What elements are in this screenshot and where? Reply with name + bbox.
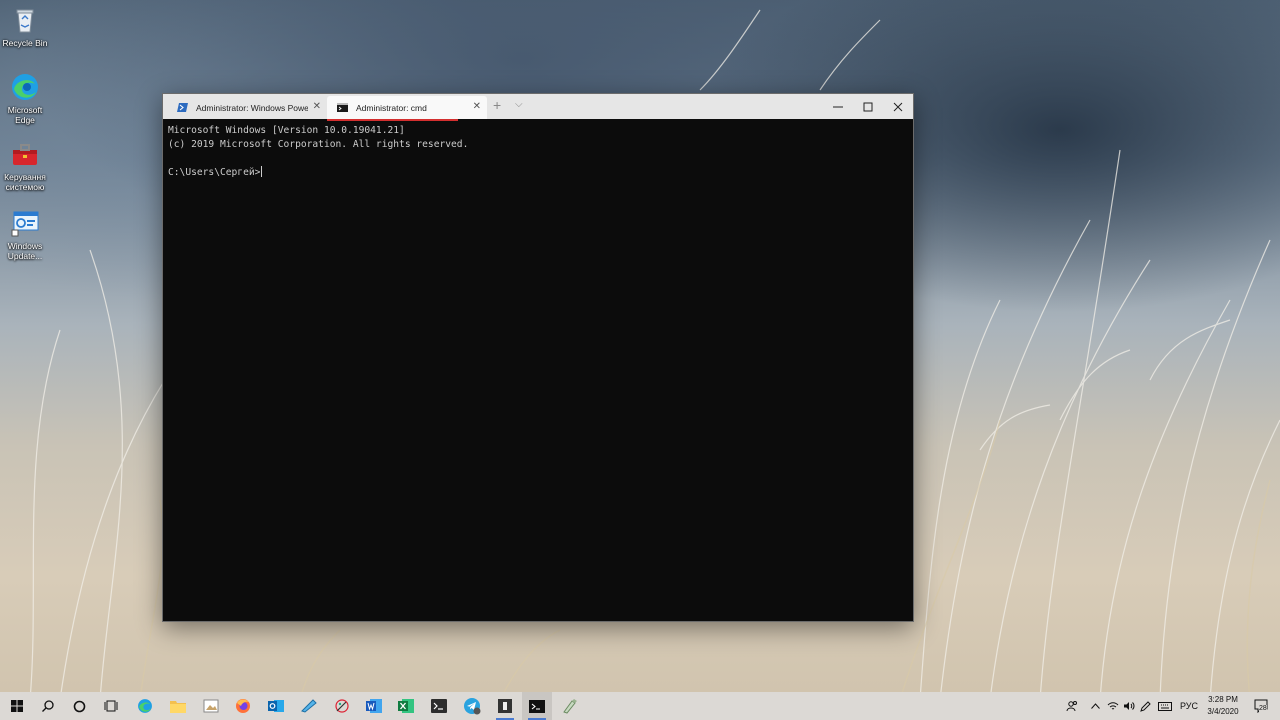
terminal-app-icon [431, 699, 447, 713]
excel-icon [398, 699, 414, 713]
word-icon [366, 699, 382, 713]
text-cursor [261, 166, 263, 177]
cmd-icon [337, 103, 348, 112]
pen-icon[interactable] [1138, 692, 1152, 720]
outlook-icon [268, 700, 284, 712]
taskbar-file-explorer[interactable] [163, 692, 193, 720]
tab-label: Administrator: cmd [356, 102, 427, 113]
search-button[interactable] [33, 692, 63, 720]
clock[interactable]: 3:28 PM 3/4/2020 [1200, 694, 1246, 718]
cortana-icon [73, 700, 85, 712]
taskbar-telegram[interactable] [457, 692, 487, 720]
tab-close-icon[interactable]: ✕ [313, 101, 321, 112]
taskbar-outlook[interactable] [261, 692, 291, 720]
task-view-button[interactable] [96, 692, 126, 720]
search-icon [42, 700, 54, 712]
close-button[interactable] [883, 94, 913, 119]
tray-chevron-up-icon[interactable] [1088, 692, 1102, 720]
title-bar[interactable]: Administrator: Windows PowerS ✕ Administ… [163, 94, 913, 121]
firefox-icon [236, 699, 250, 713]
clock-time: 3:28 PM [1208, 695, 1238, 704]
start-button[interactable] [2, 692, 32, 720]
network-wifi-icon[interactable] [1106, 692, 1120, 720]
taskbar-notes[interactable] [490, 692, 520, 720]
telegram-icon [464, 698, 481, 715]
task-view-icon [104, 700, 118, 712]
terminal-window: Administrator: Windows PowerS ✕ Administ… [162, 93, 914, 622]
tool-icon [563, 699, 577, 714]
desktop-icon-edge[interactable]: Microsoft Edge [2, 72, 48, 125]
desktop-icon-windows-update[interactable]: Windows Update... [2, 208, 48, 261]
taskbar-firefox[interactable] [228, 692, 258, 720]
powershell-icon [177, 103, 188, 112]
terminal-line: (c) 2019 Microsoft Corporation. All righ… [168, 139, 469, 150]
terminal-prompt: C:\Users\Сергей> [168, 167, 261, 178]
notes-icon [498, 699, 512, 713]
edge-icon [10, 72, 40, 102]
taskbar-excel[interactable] [391, 692, 421, 720]
taskbar-terminal-app[interactable] [424, 692, 454, 720]
tab-close-icon[interactable]: ✕ [473, 101, 481, 112]
cmd-icon [529, 699, 545, 713]
taskbar-edge[interactable] [130, 692, 160, 720]
taskbar-paint[interactable] [327, 692, 357, 720]
paint-icon [335, 699, 349, 713]
desktop-icon-label: Recycle Bin [2, 38, 48, 48]
language-indicator[interactable]: РУС [1178, 692, 1200, 720]
tab-cmd[interactable]: Administrator: cmd ✕ [327, 96, 487, 121]
new-tab-button[interactable]: + [493, 97, 501, 113]
taskbar-tool[interactable] [555, 692, 585, 720]
keyboard-icon[interactable] [1156, 692, 1174, 720]
desktop-icon-recycle-bin[interactable]: Recycle Bin [2, 5, 48, 48]
cortana-button[interactable] [64, 692, 94, 720]
taskbar-word[interactable] [359, 692, 389, 720]
clock-date: 3/4/2020 [1207, 707, 1239, 716]
maximize-button[interactable] [853, 94, 883, 119]
desktop-icon-label: Windows Update... [7, 241, 43, 261]
terminal-line: Microsoft Windows [Version 10.0.19041.21… [168, 125, 405, 136]
recycle-bin-icon [10, 5, 40, 35]
toolbox-icon [10, 139, 40, 169]
tab-powershell[interactable]: Administrator: Windows PowerS ✕ [167, 96, 327, 119]
tab-label: Administrator: Windows PowerS [196, 102, 308, 113]
tab-dropdown-button[interactable]: ⌵ [515, 99, 523, 110]
terminal-output[interactable]: Microsoft Windows [Version 10.0.19041.21… [168, 124, 468, 180]
taskbar-cmd[interactable] [522, 692, 552, 720]
minimize-button[interactable] [823, 94, 853, 119]
desktop-icon-label: Керування системою [4, 172, 46, 192]
taskbar-snip[interactable] [294, 692, 324, 720]
volume-icon[interactable] [1122, 692, 1136, 720]
desktop-icon-system-management[interactable]: Керування системою [2, 139, 48, 192]
desktop-icon-label: Microsoft Edge [7, 105, 43, 125]
people-icon[interactable] [1063, 692, 1081, 720]
taskbar: РУС 3:28 PM 3/4/2020 28 [0, 692, 1280, 720]
notification-count: 28 [1259, 705, 1267, 712]
taskbar-photos[interactable] [196, 692, 226, 720]
active-tab-indicator [327, 119, 458, 121]
start-icon [11, 700, 23, 712]
photos-icon [203, 699, 219, 713]
file-explorer-icon [170, 701, 186, 713]
snip-icon [301, 699, 317, 713]
windows-update-icon [10, 208, 40, 238]
action-center-button[interactable]: 28 [1250, 692, 1272, 720]
edge-icon [138, 699, 152, 713]
